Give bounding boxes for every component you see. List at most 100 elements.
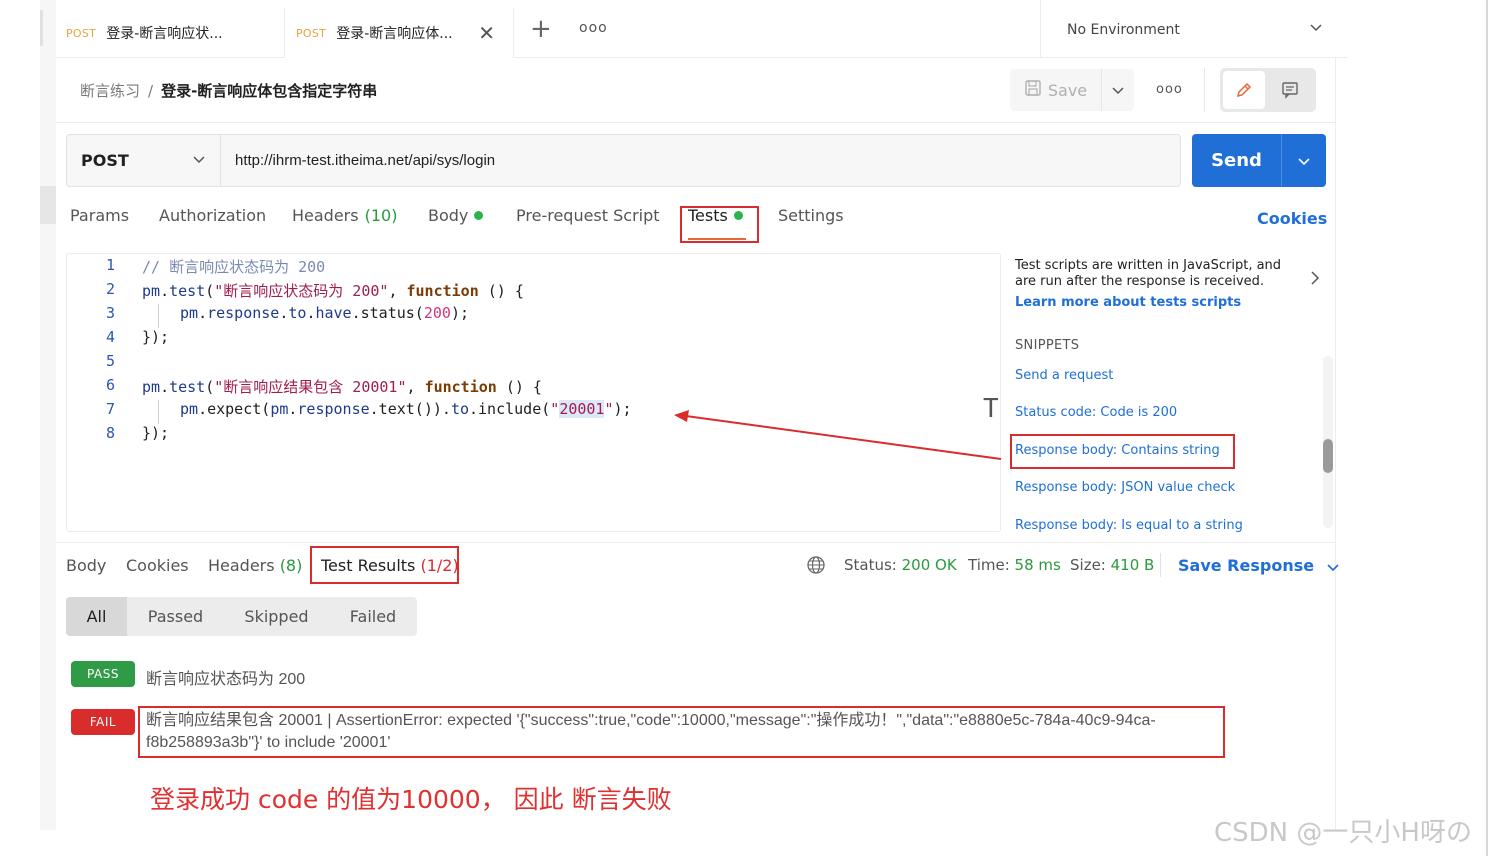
snippet-item[interactable]: Response body: JSON value check (1015, 480, 1235, 495)
breadcrumb-collection[interactable]: 断言练习 (80, 80, 140, 101)
filter-failed[interactable]: Failed (329, 597, 417, 636)
watermark: CSDN @一只小H呀の (1214, 818, 1472, 848)
snippet-item[interactable]: Response body: Is equal to a string (1015, 518, 1243, 533)
breadcrumb-separator: / (148, 81, 154, 100)
size-value: 410 B (1110, 556, 1155, 574)
save-response-label: Save Response (1178, 556, 1315, 575)
response-headers-count: (8) (279, 556, 303, 575)
edit-icon[interactable] (1223, 71, 1265, 109)
divider (1160, 553, 1161, 577)
tab-headers[interactable]: Headers (10) (292, 206, 397, 225)
response-tab-cookies[interactable]: Cookies (126, 556, 189, 575)
request-tab[interactable]: POST 登录-断言响应状... (66, 8, 284, 58)
chevron-down-icon[interactable] (1282, 134, 1326, 187)
response-tab-headers[interactable]: Headers (8) (208, 556, 302, 575)
code-line: 6 pm.test("断言响应结果包含 20001", function () … (67, 376, 542, 400)
line-number: 4 (105, 328, 115, 346)
line-number: 8 (105, 424, 115, 442)
line-number: 3 (105, 304, 115, 322)
scrollbar-thumb[interactable] (1323, 439, 1333, 473)
response-time: Time: 58 ms (968, 556, 1061, 574)
snippet-item[interactable]: Status code: Code is 200 (1015, 405, 1177, 420)
result-filter: All Passed Skipped Failed (66, 597, 417, 636)
fail-badge: FAIL (71, 709, 135, 735)
tab-method: POST (296, 26, 327, 40)
environment-selector[interactable]: No Environment (1040, 0, 1345, 58)
code-line: 2 pm.test("断言响应状态码为 200", function () { (67, 280, 524, 304)
highlight-box-test-results (310, 546, 459, 584)
line-number: 1 (105, 256, 115, 274)
status-dot (474, 211, 484, 220)
panel-divider (1335, 58, 1336, 830)
environment-label: No Environment (1067, 22, 1180, 38)
save-icon (1024, 79, 1042, 101)
save-button-group: Save (1010, 69, 1134, 111)
highlight-box-failure (138, 706, 1225, 758)
divider (56, 542, 1336, 543)
chevron-right-icon[interactable] (1308, 270, 1322, 290)
line-number: 5 (105, 352, 115, 370)
divider (1204, 68, 1205, 112)
response-tab-body[interactable]: Body (66, 556, 106, 575)
tab-headers-count: (10) (364, 206, 398, 225)
tab-params[interactable]: Params (70, 206, 129, 225)
breadcrumb: 断言练习 / 登录-断言响应体包含指定字符串 (80, 80, 377, 101)
annotation-text: 登录成功 code 的值为10000， 因此 断言失败 (150, 785, 672, 814)
send-button[interactable]: Send (1192, 134, 1282, 187)
filter-passed[interactable]: Passed (127, 597, 224, 636)
request-title[interactable]: 登录-断言响应体包含指定字符串 (161, 80, 377, 101)
tests-code-editor[interactable]: 1 // 断言响应状态码为 200 2 pm.test("断言响应状态码为 20… (66, 253, 1001, 532)
indent-guide (158, 400, 159, 424)
highlight-box-tests (680, 206, 759, 243)
method-label: POST (81, 151, 129, 170)
code-line: 3 pm.response.to.have.status(200); (67, 304, 469, 328)
code-text: pm.test("断言响应结果包含 20001", function () { (142, 378, 542, 396)
response-size: Size: 410 B (1070, 556, 1155, 574)
code-line: 5 (67, 352, 117, 376)
filter-skipped[interactable]: Skipped (224, 597, 329, 636)
snippets-description: Test scripts are written in JavaScript, … (1015, 258, 1282, 289)
line-number: 2 (105, 280, 115, 298)
save-button[interactable]: Save (1010, 69, 1102, 111)
tab-settings[interactable]: Settings (778, 206, 844, 225)
indent-guide (158, 304, 159, 328)
code-line: 7 pm.expect(pm.response.text()).to.inclu… (67, 400, 632, 424)
chevron-down-icon (1327, 563, 1339, 571)
tab-method: POST (66, 26, 97, 40)
request-bar: POST (66, 134, 1181, 187)
code-line: 1 // 断言响应状态码为 200 (67, 256, 325, 280)
cookies-link[interactable]: Cookies (1257, 209, 1327, 228)
filter-all[interactable]: All (66, 597, 127, 636)
plus-icon[interactable]: + (530, 16, 552, 42)
highlight-box-snippet (1010, 434, 1235, 469)
tab-prerequest-script[interactable]: Pre-request Script (516, 206, 660, 225)
more-icon[interactable]: ooo (579, 20, 608, 36)
sidebar-tab-marker (40, 10, 43, 46)
code-text: }); (142, 328, 170, 346)
sidebar-marker (40, 186, 56, 224)
chevron-down-icon (1309, 20, 1323, 38)
snippets-heading: SNIPPETS (1015, 338, 1080, 353)
request-tab-active[interactable]: POST 登录-断言响应体... ✕ (284, 8, 514, 58)
send-button-group: Send (1192, 134, 1326, 187)
tab-title: 登录-断言响应状... (106, 26, 223, 42)
more-icon[interactable]: ooo (1156, 82, 1183, 97)
code-comment: // 断言响应状态码为 200 (142, 258, 326, 276)
text-cursor-icon: T (983, 394, 999, 424)
save-label: Save (1047, 80, 1088, 100)
tab-title: 登录-断言响应体... (336, 26, 453, 42)
tab-body[interactable]: Body (428, 206, 484, 225)
url-input[interactable] (221, 135, 1180, 186)
save-response-button[interactable]: Save Response (1178, 556, 1340, 575)
tab-authorization[interactable]: Authorization (159, 206, 266, 225)
method-select[interactable]: POST (67, 135, 221, 186)
globe-icon[interactable] (806, 555, 826, 579)
close-icon[interactable]: ✕ (478, 23, 495, 43)
tab-body-label: Body (428, 206, 469, 225)
comment-icon[interactable] (1269, 71, 1311, 109)
chevron-down-icon[interactable] (1102, 69, 1134, 111)
left-sidebar-strip (40, 0, 56, 830)
learn-more-link[interactable]: Learn more about tests scripts (1015, 295, 1241, 310)
snippet-item[interactable]: Send a request (1015, 368, 1113, 383)
status-value: 200 OK (901, 556, 957, 574)
